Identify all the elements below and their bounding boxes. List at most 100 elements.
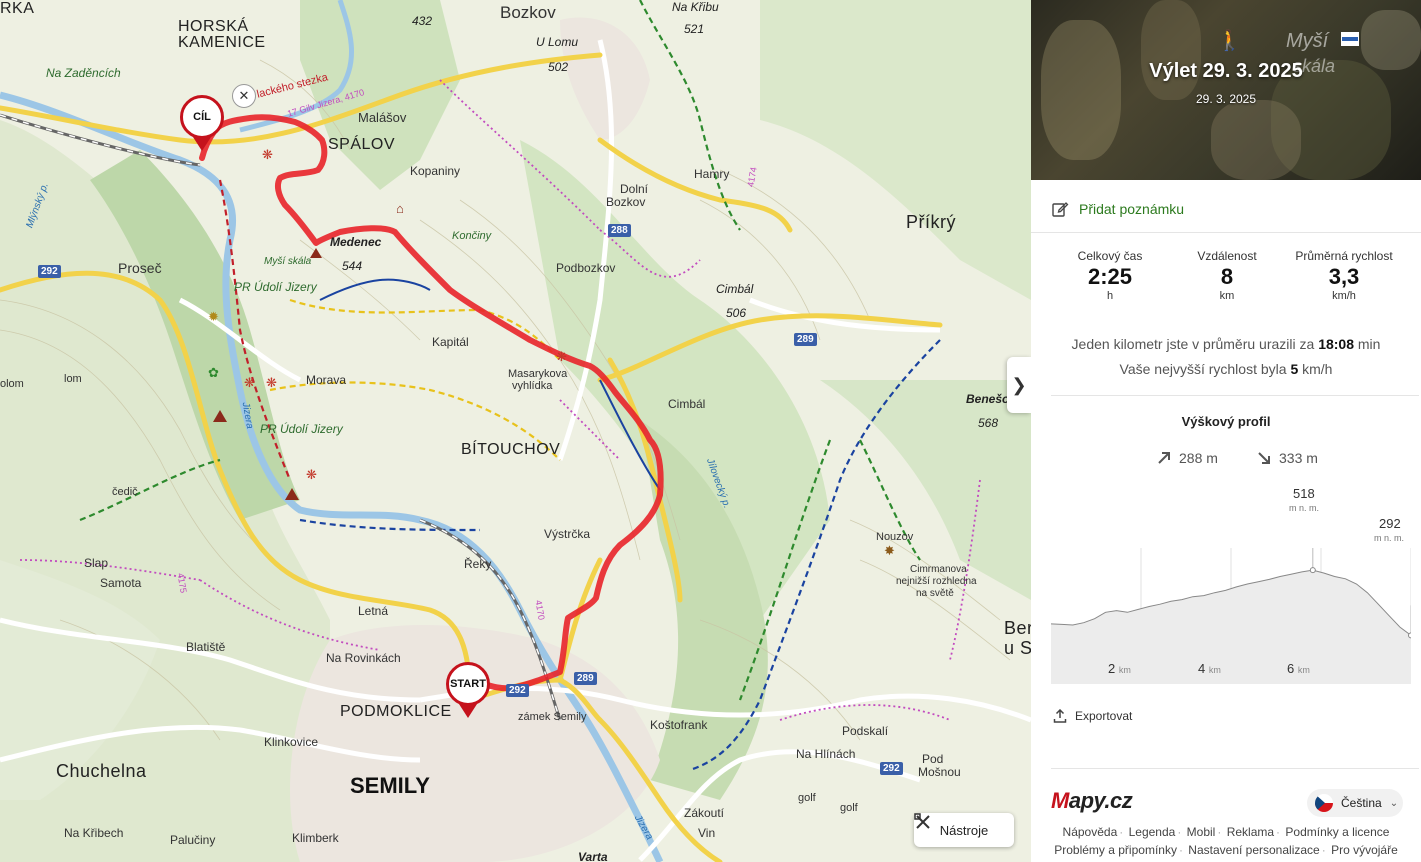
- viewpoint-icon[interactable]: ❋: [244, 376, 255, 389]
- divider: [1051, 768, 1419, 769]
- export-icon: [1053, 709, 1067, 723]
- stat-title: Vzdálenost: [1197, 249, 1257, 263]
- footer-link[interactable]: Legenda: [1129, 825, 1176, 839]
- export-label: Exportovat: [1075, 709, 1133, 723]
- stat-value: 2:25: [1087, 264, 1133, 289]
- road-shield: 289: [574, 672, 597, 685]
- place-label: KAMENICE: [178, 34, 266, 51]
- czech-flag-icon: [1315, 794, 1333, 812]
- place-label: BÍTOUCHOV: [461, 441, 561, 458]
- place-label: Příkrý: [906, 212, 956, 232]
- elevation-chart[interactable]: [1051, 548, 1411, 684]
- km-unit: km: [1118, 665, 1131, 675]
- place-label: Hamry: [694, 167, 730, 181]
- descent-arrow-icon: [1258, 452, 1270, 464]
- stat-value: 3,3: [1328, 264, 1360, 289]
- km-value: 6: [1287, 661, 1295, 676]
- end-elevation-marker: [1408, 632, 1411, 639]
- footer-link[interactable]: Problémy a připomínky: [1054, 843, 1177, 857]
- sight-icon[interactable]: ✸: [884, 544, 895, 557]
- chevron-right-icon: ❯: [1011, 374, 1027, 395]
- footer-link[interactable]: Nastavení personalizace: [1188, 843, 1319, 857]
- photo-watermark: Myší: [1286, 30, 1329, 52]
- flower-icon[interactable]: ✿: [208, 366, 219, 379]
- km-unit: km: [1208, 665, 1221, 675]
- poi-label: golf: [840, 802, 858, 814]
- footer-link[interactable]: Nápověda: [1063, 825, 1118, 839]
- museum-icon[interactable]: ⌂: [396, 202, 404, 215]
- pace-suffix: min: [1354, 336, 1381, 352]
- ascent-arrow-icon: [1158, 452, 1170, 464]
- finish-pin-label: CÍL: [193, 111, 211, 123]
- road-shield: 292: [38, 265, 61, 278]
- tools-button[interactable]: Nástroje: [914, 813, 1014, 847]
- finish-pin-tail: [193, 137, 211, 151]
- place-label: Klimberk: [292, 831, 339, 845]
- ascent-value: 288 m: [1179, 450, 1218, 466]
- place-label: Mošnou: [918, 765, 961, 779]
- language-label: Čeština: [1341, 796, 1382, 810]
- footer-link[interactable]: Reklama: [1227, 825, 1274, 839]
- footer-link[interactable]: Pro vývojáře: [1331, 843, 1398, 857]
- footer-link[interactable]: Podmínky a licence: [1285, 825, 1389, 839]
- place-label: Koštofrank: [650, 718, 708, 732]
- place-label: Letná: [358, 604, 389, 618]
- mapy-logo[interactable]: Mapy.cz: [1051, 788, 1133, 814]
- stat-title: Celkový čas: [1077, 249, 1143, 263]
- footer-link[interactable]: Mobil: [1187, 825, 1216, 839]
- descent-value: 333 m: [1279, 450, 1318, 466]
- road-shield: 288: [608, 224, 631, 237]
- viewpoint-icon[interactable]: ❋: [266, 376, 277, 389]
- map-view[interactable]: HORSKÁ KAMENICE RKA Bozkov U Lomu 502 43…: [0, 0, 1031, 862]
- place-label: Blatiště: [186, 640, 226, 654]
- ascent-stat: 288 m: [1157, 450, 1218, 466]
- place-label: U Lomu: [536, 35, 579, 49]
- add-note-label: Přidat poznámku: [1079, 201, 1185, 217]
- road-shield: 292: [506, 684, 529, 697]
- peak-elevation: 506: [726, 306, 747, 320]
- poi-label: na světě: [916, 588, 954, 599]
- road-shield: 292: [880, 762, 903, 775]
- max-elevation-label: 518: [1293, 486, 1315, 501]
- end-elevation-unit: m n. m.: [1374, 533, 1405, 543]
- viewpoint-icon[interactable]: ❋: [556, 350, 567, 363]
- peak-elevation: 568: [978, 416, 999, 430]
- finish-pin[interactable]: CÍL: [180, 95, 224, 139]
- place-label: Proseč: [118, 260, 162, 276]
- poi-label: nejnižší rozhledna: [896, 576, 977, 587]
- start-pin[interactable]: START: [446, 662, 490, 706]
- collapse-panel-button[interactable]: ❯: [1007, 357, 1031, 413]
- trail-sign-icon: [1341, 32, 1359, 46]
- logo-text: apy.cz: [1068, 788, 1133, 813]
- trip-panel: 🚶 Myší skála Výlet 29. 3. 2025 29. 3. 20…: [1031, 0, 1421, 862]
- place-label: SPÁLOV: [328, 136, 396, 153]
- walking-icon: 🚶: [1217, 30, 1242, 52]
- km-unit: km: [1297, 665, 1310, 675]
- place-label: Na Rovinkách: [326, 651, 401, 665]
- place-label: PODMOKLICE: [340, 703, 452, 720]
- elevation-title: Výškový profil: [1181, 414, 1271, 429]
- peak-elevation: 502: [548, 60, 569, 74]
- place-label: Medenec: [330, 235, 382, 249]
- poi-label: zámek Semily: [518, 711, 587, 723]
- export-button[interactable]: Exportovat: [1053, 709, 1132, 723]
- area-label: Končiny: [452, 230, 492, 242]
- place-label: lom: [64, 373, 82, 385]
- language-select[interactable]: Čeština ⌄: [1307, 789, 1403, 817]
- trip-photo[interactable]: 🚶 Myší skála Výlet 29. 3. 2025 29. 3. 20…: [1031, 0, 1421, 180]
- edit-icon: [1052, 202, 1069, 217]
- viewpoint-icon[interactable]: ❋: [262, 148, 273, 161]
- stat-avg-speed: Průměrná rychlost 3,3 km/h: [1289, 249, 1399, 302]
- poi-label: vyhlídka: [512, 380, 553, 392]
- sight-icon[interactable]: ✹: [208, 310, 219, 323]
- place-label: Na Křibu: [672, 0, 719, 14]
- start-pin-label: START: [450, 678, 486, 690]
- place-label: Kapitál: [432, 335, 469, 349]
- add-note-button[interactable]: Přidat poznámku: [1051, 200, 1184, 218]
- viewpoint-icon[interactable]: ❋: [306, 468, 317, 481]
- km-value: 2: [1108, 661, 1116, 676]
- area-label: PR Údolí Jizery: [260, 422, 343, 436]
- restaurant-icon[interactable]: ✕: [232, 84, 256, 108]
- peak-elevation: 521: [684, 22, 705, 36]
- place-label: Samota: [100, 576, 142, 590]
